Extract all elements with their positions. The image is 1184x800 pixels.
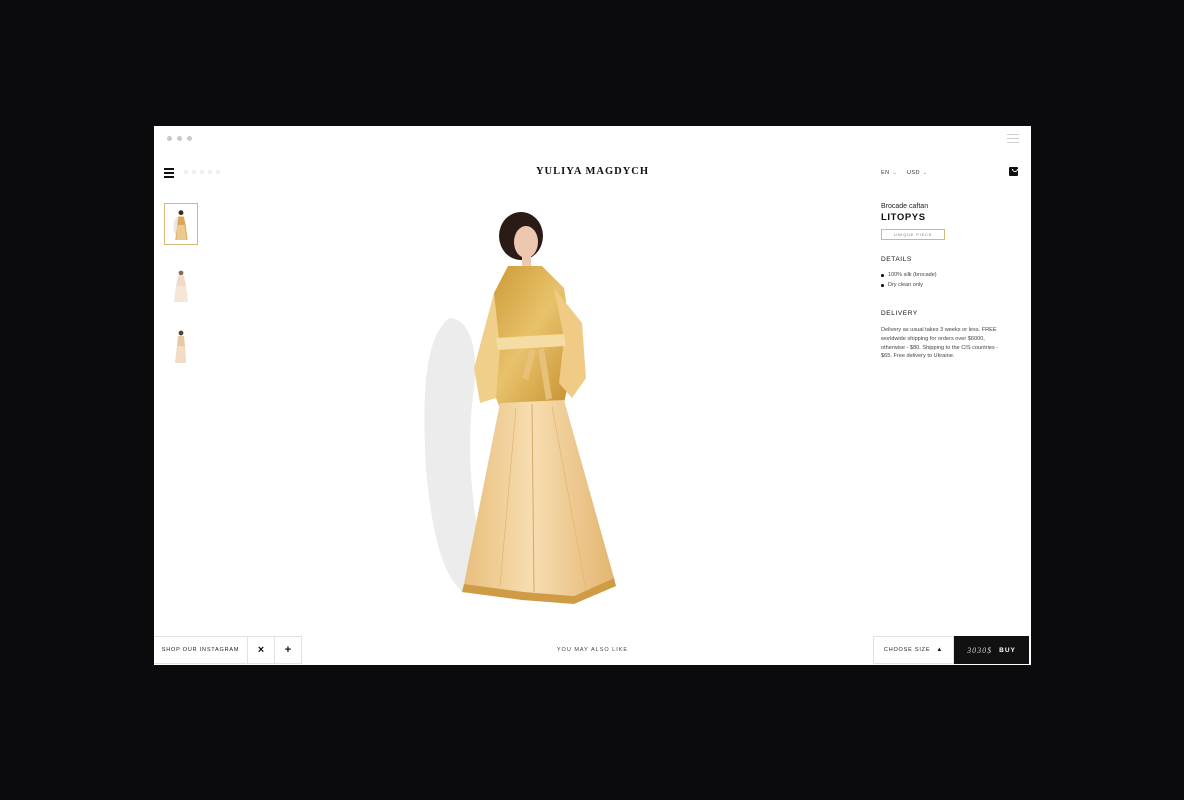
chevron-down-icon: ⌄ [922, 170, 928, 176]
details-item: 100% silk (brocade) [881, 272, 1016, 278]
choose-size-button[interactable]: CHOOSE SIZE ▲ [873, 636, 954, 664]
thumbnail-side[interactable] [164, 325, 198, 367]
price: 3030$ [967, 645, 993, 655]
bag-icon[interactable] [1009, 167, 1018, 176]
details-item: Dry clean only [881, 282, 1016, 288]
thumbnail-image [174, 270, 188, 302]
thumbnail-image [173, 210, 188, 240]
thumbnail-back[interactable] [164, 264, 198, 306]
product-image [404, 208, 634, 612]
product-subtitle: Brocade caftan [881, 203, 929, 210]
chevron-down-icon: ⌄ [892, 170, 898, 176]
product-name: LITOPYS [881, 212, 926, 223]
thumbnail-image [175, 330, 186, 363]
currency-value: USD [907, 170, 920, 176]
caret-up-icon: ▲ [936, 647, 944, 653]
details-list: 100% silk (brocade) Dry clean only [881, 272, 1016, 288]
thumbnail-front[interactable] [164, 203, 198, 245]
window-menu-icon[interactable] [1007, 134, 1019, 146]
bottom-bar: SHOP OUR INSTAGRAM × + YOU MAY ALSO LIKE… [154, 636, 1031, 665]
currency-selector[interactable]: USD ⌄ [907, 170, 927, 176]
delivery-text: Delivery as usual takes 3 weeks or less.… [881, 327, 999, 360]
product-info: Brocade caftan LITOPYS UNIQUE PIECE DETA… [881, 203, 1016, 361]
window-dot[interactable] [177, 136, 182, 141]
delivery-heading: DELIVERY [881, 310, 918, 317]
buy-label: BUY [999, 646, 1016, 654]
language-value: EN [881, 170, 890, 176]
choose-size-label: CHOOSE SIZE [883, 647, 931, 653]
window-dot[interactable] [167, 136, 172, 141]
unique-piece-badge: UNIQUE PIECE [881, 229, 946, 240]
buy-button[interactable]: 3030$ BUY [954, 636, 1029, 664]
window-dot[interactable] [187, 136, 192, 141]
browser-window: YULIYA MAGDYCH EN ⌄ USD ⌄ Brocade caftan… [154, 126, 1031, 665]
language-selector[interactable]: EN ⌄ [881, 170, 897, 176]
window-controls[interactable] [167, 136, 192, 141]
details-heading: DETAILS [881, 256, 912, 263]
brand-logo[interactable]: YULIYA MAGDYCH [154, 166, 1031, 177]
